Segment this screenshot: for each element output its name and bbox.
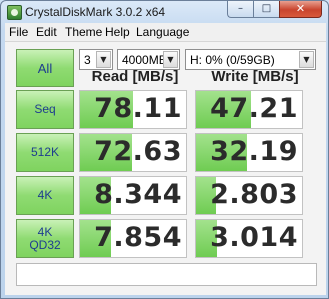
4k-test-button[interactable]: 4K: [16, 176, 74, 215]
write-column-header: Write [MB/s]: [211, 68, 299, 85]
seq-test-button[interactable]: Seq: [16, 90, 74, 129]
window-controls: – □ ✕: [227, 1, 322, 19]
512k-read-result: 72.63: [79, 133, 187, 172]
result-value: 3.014: [210, 222, 298, 253]
4k-read-result: 8.344: [79, 176, 187, 215]
4k-qd32-write-result: 3.014: [195, 219, 303, 258]
test-count-select[interactable]: 3 ▼: [79, 49, 113, 70]
comment-field[interactable]: [16, 263, 317, 286]
menu-help[interactable]: Help: [105, 25, 130, 39]
result-value: 8.344: [94, 179, 182, 210]
read-column-header: Read [MB/s]: [91, 68, 179, 85]
main-panel: All 3 ▼ 4000MB ▼ H: 0% (0/59GB) ▼ Read […: [5, 42, 326, 295]
menu-edit[interactable]: Edit: [36, 25, 57, 39]
menu-bar: File Edit Theme Help Language: [5, 23, 326, 42]
result-value: 2.803: [210, 179, 298, 210]
menu-theme[interactable]: Theme: [65, 25, 102, 39]
4k-qd32-test-button[interactable]: 4K QD32: [16, 219, 74, 258]
result-value: 72.63: [94, 136, 182, 167]
seq-write-result: 47.21: [195, 90, 303, 129]
chevron-down-icon: ▼: [96, 51, 111, 68]
minimize-button[interactable]: –: [227, 1, 253, 18]
all-button[interactable]: All: [16, 49, 74, 87]
window-title: CrystalDiskMark 3.0.2 x64: [25, 5, 166, 19]
drive-select[interactable]: H: 0% (0/59GB) ▼: [185, 49, 316, 70]
close-button[interactable]: ✕: [279, 1, 322, 18]
maximize-button[interactable]: □: [253, 1, 279, 18]
drive-value: H: 0% (0/59GB): [190, 53, 275, 67]
chevron-down-icon: ▼: [163, 51, 178, 68]
app-icon: [7, 5, 22, 20]
test-size-select[interactable]: 4000MB ▼: [117, 49, 180, 70]
4k-write-result: 2.803: [195, 176, 303, 215]
menu-language[interactable]: Language: [136, 25, 189, 39]
result-value: 47.21: [210, 93, 298, 124]
title-bar[interactable]: CrystalDiskMark 3.0.2 x64 – □ ✕: [1, 1, 328, 23]
result-value: 78.11: [94, 93, 182, 124]
result-value: 7.854: [94, 222, 182, 253]
test-size-value: 4000MB: [122, 53, 167, 67]
menu-file[interactable]: File: [9, 25, 28, 39]
app-window: CrystalDiskMark 3.0.2 x64 – □ ✕ File Edi…: [0, 0, 329, 299]
4k-qd32-read-result: 7.854: [79, 219, 187, 258]
test-count-value: 3: [84, 53, 91, 67]
512k-write-result: 32.19: [195, 133, 303, 172]
seq-read-result: 78.11: [79, 90, 187, 129]
512k-test-button[interactable]: 512K: [16, 133, 74, 172]
chevron-down-icon: ▼: [299, 51, 314, 68]
result-value: 32.19: [210, 136, 298, 167]
